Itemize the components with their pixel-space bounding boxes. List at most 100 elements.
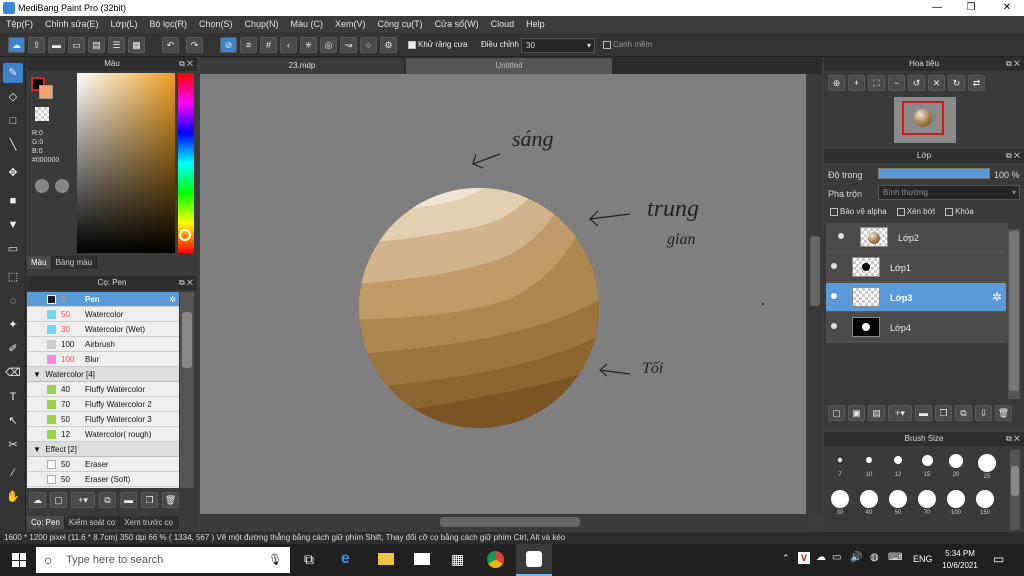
scroll-thumb[interactable] bbox=[810, 236, 820, 306]
line-tool-icon[interactable]: ╲ bbox=[3, 135, 23, 155]
size-50[interactable]: 50 bbox=[886, 490, 910, 516]
operation-tool-icon[interactable]: ↖ bbox=[3, 411, 23, 431]
hand-tool-icon[interactable]: ✋ bbox=[3, 487, 23, 507]
perspective-icon[interactable]: ‹ bbox=[280, 37, 297, 53]
list-icon[interactable]: ☰ bbox=[108, 37, 125, 53]
radial-icon[interactable]: ✳ bbox=[300, 37, 317, 53]
doc-tab-23[interactable]: 23.mdp bbox=[200, 58, 404, 74]
bucket-tool-icon[interactable]: ▼ bbox=[3, 215, 23, 235]
correction-select[interactable]: 30 ▾ bbox=[521, 38, 595, 53]
size-7[interactable]: 7 bbox=[830, 454, 850, 478]
menu-capture[interactable]: Chụp(N) bbox=[239, 16, 285, 33]
trash-icon[interactable]: 🗑 bbox=[162, 492, 179, 508]
copy-icon[interactable]: ❐ bbox=[141, 492, 158, 508]
panel-close-icon[interactable]: ⧉ ✕ bbox=[179, 57, 193, 71]
select-eraser-icon[interactable]: ⌫ bbox=[3, 363, 23, 383]
maximize-icon[interactable]: ❐ bbox=[954, 0, 988, 16]
gear-icon[interactable]: ✲ bbox=[992, 290, 1002, 304]
comment-icon[interactable]: ▬ bbox=[48, 37, 65, 53]
eyedropper-icon[interactable]: ⁄ bbox=[3, 463, 23, 483]
windows-start-icon[interactable] bbox=[12, 553, 26, 567]
new-halftone-layer-icon[interactable]: ▣ bbox=[848, 405, 865, 421]
protect-alpha-checkbox[interactable] bbox=[830, 207, 838, 216]
layer-row[interactable]: Lớp2 bbox=[826, 223, 1006, 252]
menu-file[interactable]: Tệp(F) bbox=[0, 16, 39, 33]
size-30[interactable]: 30 bbox=[828, 490, 852, 516]
size-12[interactable]: 12 bbox=[888, 454, 908, 478]
menu-view[interactable]: Xem(V) bbox=[329, 16, 372, 33]
chevron-up-icon[interactable]: ⌃ bbox=[782, 553, 790, 564]
size-100[interactable]: 100 bbox=[944, 490, 968, 516]
doc-icon[interactable]: ▤ bbox=[88, 37, 105, 53]
flip-icon[interactable]: ⇄ bbox=[968, 75, 985, 91]
brush-item[interactable]: 30 Watercolor (Wet) bbox=[27, 322, 179, 337]
notification-icon[interactable]: ▭ bbox=[993, 552, 1004, 566]
panel-close-icon[interactable]: ⧉ ✕ bbox=[1006, 432, 1020, 446]
menu-cloud[interactable]: Cloud bbox=[485, 16, 521, 33]
move-tool-icon[interactable]: ✥ bbox=[3, 163, 23, 183]
fill-rect-tool-icon[interactable]: ■ bbox=[3, 191, 23, 211]
hue-slider[interactable] bbox=[178, 73, 194, 253]
lock-checkbox[interactable] bbox=[945, 207, 954, 216]
brush-item[interactable]: 70 Fluffy Watercolor 2 bbox=[27, 397, 179, 412]
brush-item[interactable]: 50 Eraser (Soft) bbox=[27, 472, 179, 487]
soft-edge-checkbox[interactable] bbox=[603, 40, 611, 49]
brush-size-scrollbar[interactable] bbox=[1010, 450, 1020, 530]
eye-icon[interactable] bbox=[831, 293, 837, 299]
select-pen-icon[interactable]: ✐ bbox=[3, 339, 23, 359]
lasso-icon[interactable]: ◌ bbox=[3, 291, 23, 311]
gradient-tool-icon[interactable]: ▭ bbox=[3, 239, 23, 259]
panel-close-icon[interactable]: ⧉ ✕ bbox=[1006, 149, 1020, 163]
chrome-icon[interactable] bbox=[487, 551, 504, 568]
tab-brush-control[interactable]: Kiểm soát cọ bbox=[64, 516, 121, 529]
network-icon[interactable]: ◍ bbox=[870, 552, 879, 563]
new-brush-icon[interactable]: ▢ bbox=[50, 492, 67, 508]
menu-help[interactable]: Help bbox=[520, 16, 551, 33]
opacity-slider[interactable] bbox=[878, 168, 990, 179]
layer-row-selected[interactable]: Lớp3 ✲ bbox=[826, 283, 1006, 312]
medibang-taskbar-button[interactable] bbox=[516, 544, 552, 576]
scroll-thumb[interactable] bbox=[1009, 231, 1019, 391]
canvas-vertical-scrollbar[interactable] bbox=[808, 74, 822, 514]
settings-icon[interactable]: ⚙ bbox=[380, 37, 397, 53]
grid-snap-icon[interactable]: # bbox=[260, 37, 277, 53]
brush-list-scrollbar[interactable] bbox=[180, 292, 194, 488]
background-color-swatch[interactable] bbox=[39, 85, 53, 99]
brush-item[interactable]: 2 Pen ✲ bbox=[27, 292, 179, 307]
tray-app-icon[interactable]: V bbox=[798, 552, 810, 564]
color-square[interactable] bbox=[77, 73, 175, 253]
size-15[interactable]: 15 bbox=[917, 454, 937, 478]
menu-tools[interactable]: Công cụ(T) bbox=[372, 16, 429, 33]
scroll-thumb[interactable] bbox=[440, 517, 580, 527]
duplicate-layer-icon[interactable]: ❐ bbox=[935, 405, 952, 421]
size-20[interactable]: 20 bbox=[946, 454, 966, 478]
antialias-toggle[interactable]: Khử răng cưa bbox=[408, 40, 467, 49]
canvas-horizontal-scrollbar[interactable] bbox=[200, 514, 808, 530]
keyboard-icon[interactable]: ⌨ bbox=[888, 552, 902, 563]
grid-icon[interactable]: ▦ bbox=[128, 37, 145, 53]
brush-item[interactable]: 50 Eraser bbox=[27, 457, 179, 472]
clipping-checkbox[interactable] bbox=[896, 207, 905, 216]
dot-tool-icon[interactable]: □ bbox=[3, 111, 23, 131]
antialias-checkbox[interactable] bbox=[408, 40, 416, 49]
new-layer-icon[interactable]: ▢ bbox=[828, 405, 845, 421]
panel-close-icon[interactable]: ⧉ ✕ bbox=[1006, 57, 1020, 71]
cloud-icon[interactable]: ☁ bbox=[8, 37, 25, 53]
taskbar-search[interactable]: ○ Type here to search 🎙 bbox=[36, 547, 290, 573]
reset-icon[interactable]: ✕ bbox=[928, 75, 945, 91]
file-explorer-icon[interactable] bbox=[378, 553, 394, 565]
minimize-icon[interactable]: — bbox=[920, 0, 954, 16]
lock-toggle[interactable]: Khóa bbox=[945, 207, 974, 216]
microphone-icon[interactable]: 🎙 bbox=[268, 547, 282, 573]
brush-item[interactable]: 40 Fluffy Watercolor bbox=[27, 382, 179, 397]
brush-item[interactable]: 50 Watercolor bbox=[27, 307, 179, 322]
menu-filter[interactable]: Bộ lọc(R) bbox=[143, 16, 193, 33]
add-layer-menu-icon[interactable]: +▾ bbox=[888, 405, 912, 421]
eraser-tool-icon[interactable]: ◇ bbox=[3, 87, 23, 107]
size-40[interactable]: 40 bbox=[857, 490, 881, 516]
brush-tool-icon[interactable]: ✎ bbox=[3, 63, 23, 83]
battery-icon[interactable]: ▭ bbox=[832, 552, 841, 563]
palette-icon[interactable] bbox=[35, 179, 49, 193]
brush-group-effect[interactable]: ▼ Effect [2] bbox=[27, 442, 179, 457]
zoom-in-icon[interactable]: + bbox=[848, 75, 865, 91]
